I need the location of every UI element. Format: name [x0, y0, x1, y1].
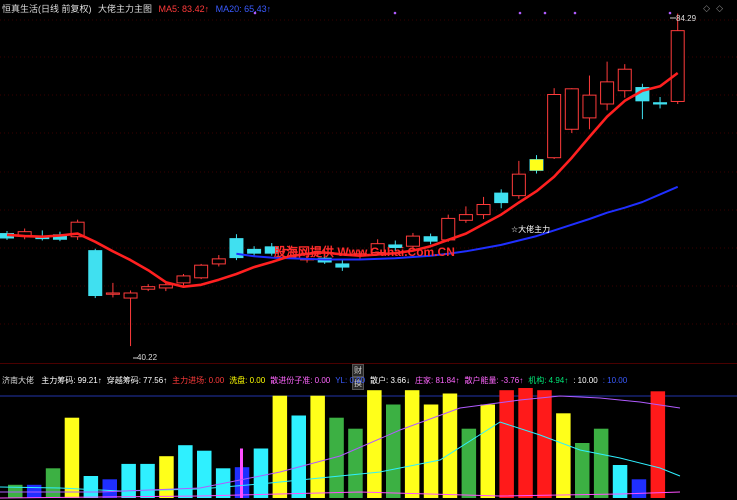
sub-indicator-readout: 洗盘: 0.00 — [229, 376, 266, 385]
sub-indicator-readout: YL: 0.00 — [335, 376, 366, 385]
candle-body — [617, 68, 632, 92]
indicator-bar — [404, 390, 420, 498]
indicator-bar — [310, 395, 325, 498]
candle-body — [653, 102, 668, 105]
indicator-bar — [253, 448, 269, 498]
candle-body — [247, 248, 262, 254]
indicator-bar — [159, 456, 174, 498]
signal-dot — [518, 11, 522, 15]
sub-indicator-readout: 穿越筹码: 77.56↑ — [106, 376, 168, 385]
indicator-bar — [631, 479, 647, 498]
candle-body — [423, 236, 438, 242]
indicator-bar — [593, 428, 609, 498]
candle-body — [211, 258, 226, 265]
signal-dot — [668, 11, 672, 15]
candle-body — [335, 263, 350, 268]
indicator-bar — [367, 390, 382, 498]
signal-dot — [253, 11, 257, 15]
main-force-marker — [530, 159, 543, 171]
candle-body — [670, 30, 685, 102]
high-price-label: 84.29 — [676, 14, 697, 23]
signal-dot — [543, 11, 547, 15]
sub-indicator-readout: 散户能量: -3.76↑ — [464, 376, 524, 385]
indicator-bar — [178, 445, 193, 498]
candle-body — [494, 192, 509, 204]
indicator-bar — [291, 415, 306, 498]
candle-body — [458, 214, 473, 221]
candle-body — [176, 275, 191, 284]
main-force-annotation: ☆大佬主力 — [511, 225, 551, 234]
watermark-text: 股海网提供 Www.Guhai.Com.CN — [274, 245, 455, 259]
indicator-bar — [121, 463, 136, 498]
indicator-bar — [499, 390, 514, 498]
candle-body — [194, 264, 209, 279]
sub-indicator-readout: : 10.00 — [573, 376, 598, 385]
indicator-bar — [386, 404, 401, 498]
sub-indicator-header: 济南大佬 主力筹码: 99.21↑ 穿越筹码: 77.56↑ 主力进场: 0.00 洗… — [2, 375, 632, 386]
low-price-label: 40.22 — [137, 353, 158, 362]
indicator-bar — [64, 417, 80, 498]
indicator-bar — [556, 413, 571, 498]
candle-body — [141, 286, 156, 290]
indicator-bar — [197, 450, 212, 498]
indicator-bar — [612, 465, 628, 498]
signal-dot — [573, 11, 577, 15]
sub-indicator-name[interactable]: 济南大佬 — [2, 376, 34, 385]
candle-body — [600, 81, 615, 105]
indicator-bar — [442, 393, 458, 498]
indicator-bar — [650, 391, 666, 498]
indicator-bar — [348, 428, 363, 498]
candle-body — [547, 94, 562, 159]
candle-body — [582, 94, 597, 119]
candle-body — [158, 284, 173, 289]
sub-indicator-readout: 主力筹码: 99.21↑ — [41, 376, 102, 385]
indicator-bar — [26, 484, 42, 498]
indicator-bar — [83, 476, 99, 498]
candle-body — [88, 250, 103, 297]
indicator-bar — [102, 479, 117, 498]
price-chart[interactable] — [0, 0, 737, 362]
sub-indicator-chart[interactable] — [0, 388, 737, 500]
indicator-bar — [518, 388, 533, 498]
sub-indicator-readout: 散户: 3.66↓ — [370, 376, 411, 385]
sub-indicator-readout: : 10.00 — [602, 376, 628, 385]
sub-indicator-readout: 机构: 4.94↑ — [528, 376, 569, 385]
indicator-bar — [537, 390, 552, 498]
magenta-marker — [240, 448, 243, 498]
sub-indicator-readout: 庄家: 81.84↑ — [415, 376, 460, 385]
indicator-bar — [140, 463, 155, 498]
candle-body — [476, 203, 491, 216]
candle-body — [123, 292, 138, 299]
candle-body — [105, 292, 120, 295]
signal-dot — [393, 11, 397, 15]
sub-indicator-readout: 散进份子准: 0.00 — [270, 376, 331, 385]
candle-body — [564, 88, 579, 130]
indicator-bar — [480, 404, 495, 498]
candle-body — [511, 173, 526, 197]
candle-body — [441, 217, 456, 241]
sub-indicator-readout: 主力进场: 0.00 — [172, 376, 225, 385]
indicator-bar — [45, 468, 61, 498]
